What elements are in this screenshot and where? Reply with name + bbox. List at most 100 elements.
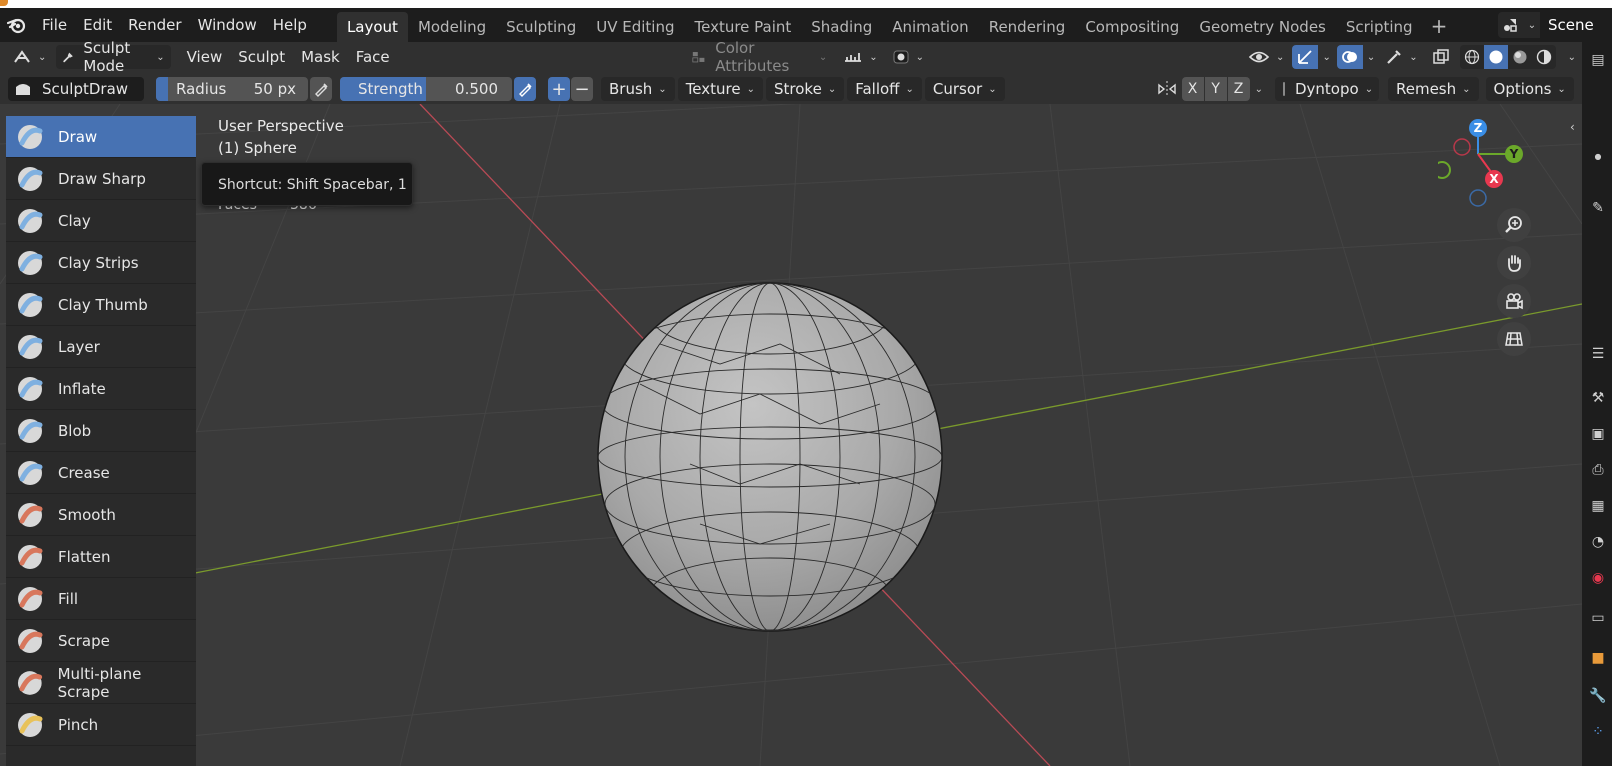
tab-rendering[interactable]: Rendering [979,12,1076,42]
radius-pressure-toggle[interactable] [310,77,332,101]
editor-type-button[interactable]: ⌄ [6,45,52,69]
overlays-toggle[interactable]: ⌄ [1336,45,1375,69]
xray-toggle[interactable] [1426,45,1456,69]
blender-logo-icon[interactable] [0,8,34,42]
menu-edit[interactable]: Edit [75,12,120,38]
chevron-down-icon: ⌄ [658,83,667,95]
tool-clay-strips[interactable]: Clay Strips [6,242,196,284]
tool-scrape[interactable]: Scrape [6,620,196,662]
particles-tab-icon[interactable]: ⁘ [1588,722,1608,742]
properties-toggle-icon[interactable]: ☰ [1588,344,1608,364]
tab-compositing[interactable]: Compositing [1075,12,1189,42]
projection-toggle-button[interactable] [1497,322,1531,356]
tool-blob[interactable]: Blob [6,410,196,452]
shading-options-dropdown[interactable]: ⌄ [1556,45,1582,69]
rendered-shading-button[interactable] [1532,45,1556,69]
outliner-icon[interactable]: ▤ [1588,50,1608,70]
tool-crease[interactable]: Crease [6,452,196,494]
tab-animation[interactable]: Animation [882,12,978,42]
tool-clay[interactable]: Clay [6,200,196,242]
tool-draw-sharp[interactable]: Draw Sharp [6,158,196,200]
tool-draw[interactable]: Draw [6,116,196,158]
sidebar-collapse-icon[interactable]: ‹ [1570,120,1575,134]
brush-selector[interactable]: SculptDraw [8,77,144,101]
world-tab-icon[interactable]: ◉ [1588,568,1608,588]
mirror-x-toggle[interactable]: X [1181,77,1204,101]
tab-modeling[interactable]: Modeling [408,12,496,42]
tab-shading[interactable]: Shading [801,12,882,42]
tool-settings-tab-icon[interactable]: ✎ [1588,198,1608,218]
cursor-dropdown-label: Cursor [932,80,983,98]
menu-window[interactable]: Window [190,12,265,38]
scene-browse-button[interactable]: ⌄ [1498,12,1540,38]
menu-help[interactable]: Help [265,12,315,38]
view-layer-tab-icon[interactable]: ▦ [1588,496,1608,516]
object-tab-icon[interactable]: ■ [1588,648,1608,668]
menu-view[interactable]: View [179,44,231,70]
strength-pressure-toggle[interactable] [514,77,536,101]
menu-file[interactable]: File [34,12,75,38]
menu-mask[interactable]: Mask [293,44,348,70]
tool-pinch[interactable]: Pinch [6,704,196,746]
snapping-dropdown[interactable]: ⌄ [886,45,930,69]
pan-button[interactable] [1497,246,1531,280]
color-attributes-dropdown[interactable]: Color Attributes ⌄ [686,39,833,75]
tab-layout[interactable]: Layout [336,12,408,42]
tool-label: Clay [58,211,91,230]
collection-tab-icon[interactable]: ▭ [1588,608,1608,628]
tool-inflate[interactable]: Inflate [6,368,196,410]
tab-uv-editing[interactable]: UV Editing [586,12,684,42]
mirror-y-toggle[interactable]: Y [1204,77,1227,101]
tool-smooth[interactable]: Smooth [6,494,196,536]
tab-geometry-nodes[interactable]: Geometry Nodes [1189,12,1336,42]
solid-shading-button[interactable] [1483,45,1508,69]
dyntopo-panel[interactable]: Dyntopo ⌄ [1274,77,1379,101]
zoom-button[interactable] [1497,208,1531,242]
options-dropdown[interactable]: Options ⌄ [1485,77,1574,101]
stroke-dropdown[interactable]: Stroke ⌄ [766,77,845,101]
mode-selector[interactable]: Sculpt Mode ⌄ [56,39,171,75]
tab-scripting[interactable]: Scripting [1336,12,1423,42]
menu-sculpt[interactable]: Sculpt [230,44,293,70]
dyntopo-checkbox[interactable] [1282,82,1285,96]
remesh-dropdown[interactable]: Remesh ⌄ [1387,77,1479,101]
output-tab-icon[interactable]: ⎙ [1588,460,1608,480]
gizmo-toggle[interactable]: ⌄ [1292,45,1331,69]
chevron-down-icon[interactable]: ⌄ [1255,84,1263,95]
symmetry-dropdown[interactable]: ⌄ [837,45,883,69]
modifier-tab-icon[interactable]: 🔧 [1588,686,1608,706]
tool-fill[interactable]: Fill [6,578,196,620]
camera-view-button[interactable] [1497,284,1531,318]
material-shading-button[interactable] [1508,45,1532,69]
tool-layer[interactable]: Layer [6,326,196,368]
texture-dropdown[interactable]: Texture ⌄ [677,77,763,101]
brush-dropdown[interactable]: Brush ⌄ [601,77,675,101]
visibility-dropdown[interactable]: ⌄ [1242,45,1290,69]
radius-slider[interactable]: Radius 50 px [156,77,308,101]
tool-multi-plane-scrape[interactable]: Multi-plane Scrape [6,662,196,704]
navigation-gizmo[interactable]: Z Y X [1438,114,1528,214]
menu-render[interactable]: Render [120,12,189,38]
render-tab-icon[interactable]: ▣ [1588,424,1608,444]
chevron-down-icon: ⌄ [1567,51,1576,63]
strength-slider[interactable]: Strength 0.500 [340,77,512,101]
scene-tab-icon[interactable]: ◔ [1588,532,1608,552]
falloff-dropdown[interactable]: Falloff ⌄ [847,77,922,101]
add-workspace-button[interactable]: + [1423,14,1456,38]
material-preview-icon [1513,50,1527,64]
tool-flatten[interactable]: Flatten [6,536,196,578]
direction-subtract-button[interactable]: − [571,77,593,101]
scene-selector: ⌄ Scene [1498,10,1612,40]
menu-face-sets[interactable]: Face Sets [348,44,425,92]
scene-name-field[interactable]: Scene [1540,12,1612,38]
mesh-edit-overlays[interactable]: ⌄ [1379,45,1423,69]
chevron-down-icon: ⌄ [1409,51,1418,63]
tool-clay-thumb[interactable]: Clay Thumb [6,284,196,326]
wireframe-shading-button[interactable] [1460,45,1484,69]
mirror-z-toggle[interactable]: Z [1227,77,1250,101]
direction-add-button[interactable]: + [548,77,570,101]
tool-tab-icon[interactable]: ⚒ [1588,388,1608,408]
tab-texture-paint[interactable]: Texture Paint [684,12,801,42]
cursor-dropdown[interactable]: Cursor ⌄ [924,77,1005,101]
tab-sculpting[interactable]: Sculpting [496,12,586,42]
